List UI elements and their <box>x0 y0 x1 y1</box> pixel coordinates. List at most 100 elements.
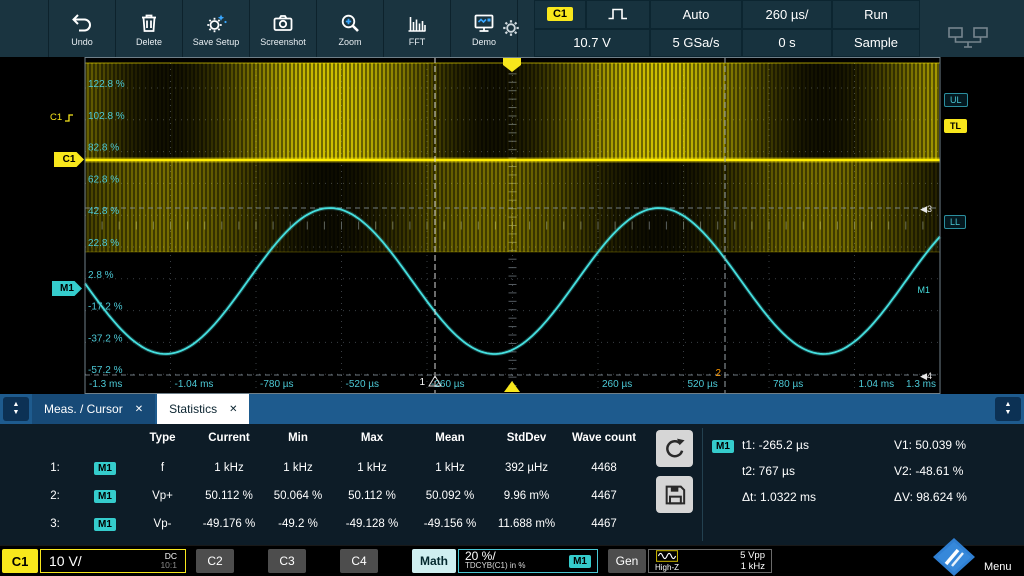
floppy-disk-icon <box>660 480 690 510</box>
cursor1-label: 1 <box>419 377 425 388</box>
stats-cell: Vp+ <box>130 490 195 502</box>
stats-cell: f <box>130 462 195 474</box>
cursor3-label: ◀3 <box>920 204 932 214</box>
delete-button[interactable]: Delete <box>115 0 182 57</box>
upper-level-marker[interactable]: UL <box>944 93 968 107</box>
stats-row[interactable]: 1:M1f1 kHz1 kHz1 kHz1 kHz392 µHz4468 <box>30 454 644 482</box>
cursor-t1: t1: -265.2 µs <box>742 438 894 452</box>
sine-wave-icon <box>655 550 679 562</box>
tab-meas-cursor[interactable]: Meas. / Cursor ✕ <box>32 394 155 424</box>
save-setup-button[interactable]: Save Setup <box>182 0 249 57</box>
waveform-svg[interactable]: 122.8 %102.8 %82.8 %62.8 %42.8 %22.8 %2.… <box>0 57 1024 394</box>
x-axis-label: 1.04 ms <box>859 379 895 390</box>
waveform-display[interactable]: 122.8 %102.8 %82.8 %62.8 %42.8 %22.8 %2.… <box>0 57 1024 394</box>
fft-label: FFT <box>409 37 426 47</box>
stats-cell: 4467 <box>564 518 644 530</box>
trigger-level-tag[interactable]: C1 <box>50 112 74 123</box>
arrow-up-icon: ▲ <box>1005 401 1012 409</box>
tab-scroll-left[interactable]: ▲ ▼ <box>3 397 29 421</box>
refresh-icon <box>660 434 690 464</box>
reset-statistics-button[interactable] <box>656 430 693 467</box>
cursor-v2: V2: -48.61 % <box>894 464 963 478</box>
y-axis-label: 2.8 % <box>88 270 114 281</box>
trash-icon <box>137 11 161 35</box>
save-setup-label: Save Setup <box>193 37 240 47</box>
arrow-down-icon: ▼ <box>1005 409 1012 417</box>
fft-icon <box>405 11 429 35</box>
m1-trace-label: M1 <box>917 285 930 295</box>
menu-button[interactable]: Menu <box>984 561 1012 573</box>
stats-cell: 11.688 m% <box>489 518 564 530</box>
zoom-label: Zoom <box>338 37 361 47</box>
cursor-result-row: t2: 767 µs V2: -48.61 % <box>712 458 1018 484</box>
arrow-up-icon: ▲ <box>13 401 20 409</box>
cursor2-label: 2 <box>715 368 721 379</box>
trigger-time-marker[interactable] <box>504 381 520 392</box>
channel1-scale: 10 V/ <box>49 553 82 569</box>
tab-scroll-right[interactable]: ▲ ▼ <box>995 397 1021 421</box>
generator-impedance: High-Z <box>655 563 679 572</box>
trigger-type-cell[interactable] <box>586 0 650 29</box>
ch1-trace <box>85 159 940 162</box>
network-status-icon <box>945 26 991 50</box>
screenshot-button[interactable]: Screenshot <box>249 0 316 57</box>
source-badge: M1 <box>712 440 734 453</box>
timebase-cell[interactable]: 260 µs/ <box>742 0 832 29</box>
fft-button[interactable]: FFT <box>383 0 450 57</box>
close-icon[interactable]: ✕ <box>229 404 237 415</box>
tab-statistics[interactable]: Statistics ✕ <box>157 394 249 424</box>
lower-level-marker[interactable]: LL <box>944 215 966 229</box>
channel1-badge[interactable]: C1 <box>2 549 38 573</box>
stats-cell: 1 kHz <box>195 462 263 474</box>
cursor-v1: V1: 50.039 % <box>894 438 966 452</box>
cursor-result-row: Δt: 1.0322 ms ΔV: 98.624 % <box>712 484 1018 510</box>
channel1-settings[interactable]: 10 V/ DC 10:1 <box>40 549 186 573</box>
demo-label: Demo <box>472 37 496 47</box>
stats-cell: 1 kHz <box>263 462 333 474</box>
x-axis-label: -1.04 ms <box>175 379 214 390</box>
generator-badge[interactable]: Gen <box>608 549 646 573</box>
acquisition-status-grid: C1 Auto 260 µs/ Run 10.7 V 5 GSa/s 0 s S… <box>534 0 920 57</box>
x-axis-label: 520 µs <box>688 379 718 390</box>
math-badge[interactable]: Math <box>412 549 456 573</box>
tab-label: Statistics <box>169 402 217 416</box>
channel-bar: C1 10 V/ DC 10:1 C2 C3 C4 Math 20 %/ TDC… <box>0 545 1024 576</box>
save-statistics-button[interactable] <box>656 476 693 513</box>
stats-header-row: TypeCurrentMinMaxMeanStdDevWave count <box>30 432 644 444</box>
math-settings[interactable]: 20 %/ TDCYB(C1) in % M1 <box>458 549 598 573</box>
trigger-pulse-icon <box>607 7 629 21</box>
delete-label: Delete <box>136 37 162 47</box>
sample-rate-cell[interactable]: 5 GSa/s <box>650 29 742 58</box>
zoom-button[interactable]: Zoom <box>316 0 383 57</box>
trigger-source-cell[interactable]: C1 <box>534 0 586 29</box>
stats-column-header: Current <box>195 432 263 444</box>
settings-gear-icon[interactable] <box>500 17 522 39</box>
channel2-badge[interactable]: C2 <box>196 549 234 573</box>
channel3-badge[interactable]: C3 <box>268 549 306 573</box>
stats-row[interactable]: 2:M1Vp+50.112 %50.064 %50.112 %50.092 %9… <box>30 482 644 510</box>
y-axis-label: -37.2 % <box>88 333 123 344</box>
trigger-mode-cell[interactable]: Auto <box>650 0 742 29</box>
acquisition-mode-cell[interactable]: Sample <box>832 29 920 58</box>
stats-cell: 9.96 m% <box>489 490 564 502</box>
stats-cell: 50.112 % <box>195 490 263 502</box>
source-badge: M1 <box>94 490 116 503</box>
stats-table-body: 1:M1f1 kHz1 kHz1 kHz1 kHz392 µHz44682:M1… <box>30 454 644 538</box>
stats-cell: -49.2 % <box>263 518 333 530</box>
x-axis-label: 780 µs <box>773 379 803 390</box>
demo-monitor-icon <box>472 11 496 35</box>
close-icon[interactable]: ✕ <box>135 404 143 415</box>
cursor-results-panel: M1 t1: -265.2 µs V1: 50.039 % t2: 767 µs… <box>712 432 1018 510</box>
generator-settings[interactable]: High-Z 5 Vpp 1 kHz <box>648 549 772 573</box>
horizontal-position-cell[interactable]: 0 s <box>742 29 832 58</box>
y-axis-label: -17.2 % <box>88 302 123 313</box>
rising-edge-icon <box>64 113 74 123</box>
run-state-cell[interactable]: Run <box>832 0 920 29</box>
stats-cell: Vp- <box>130 518 195 530</box>
stats-row[interactable]: 3:M1Vp--49.176 %-49.2 %-49.128 %-49.156 … <box>30 510 644 538</box>
trigger-level-marker[interactable]: TL <box>944 119 967 133</box>
channel4-badge[interactable]: C4 <box>340 549 378 573</box>
cursor-result-row: M1 t1: -265.2 µs V1: 50.039 % <box>712 432 1018 458</box>
trigger-level-cell[interactable]: 10.7 V <box>534 29 650 58</box>
undo-button[interactable]: Undo <box>48 0 115 57</box>
